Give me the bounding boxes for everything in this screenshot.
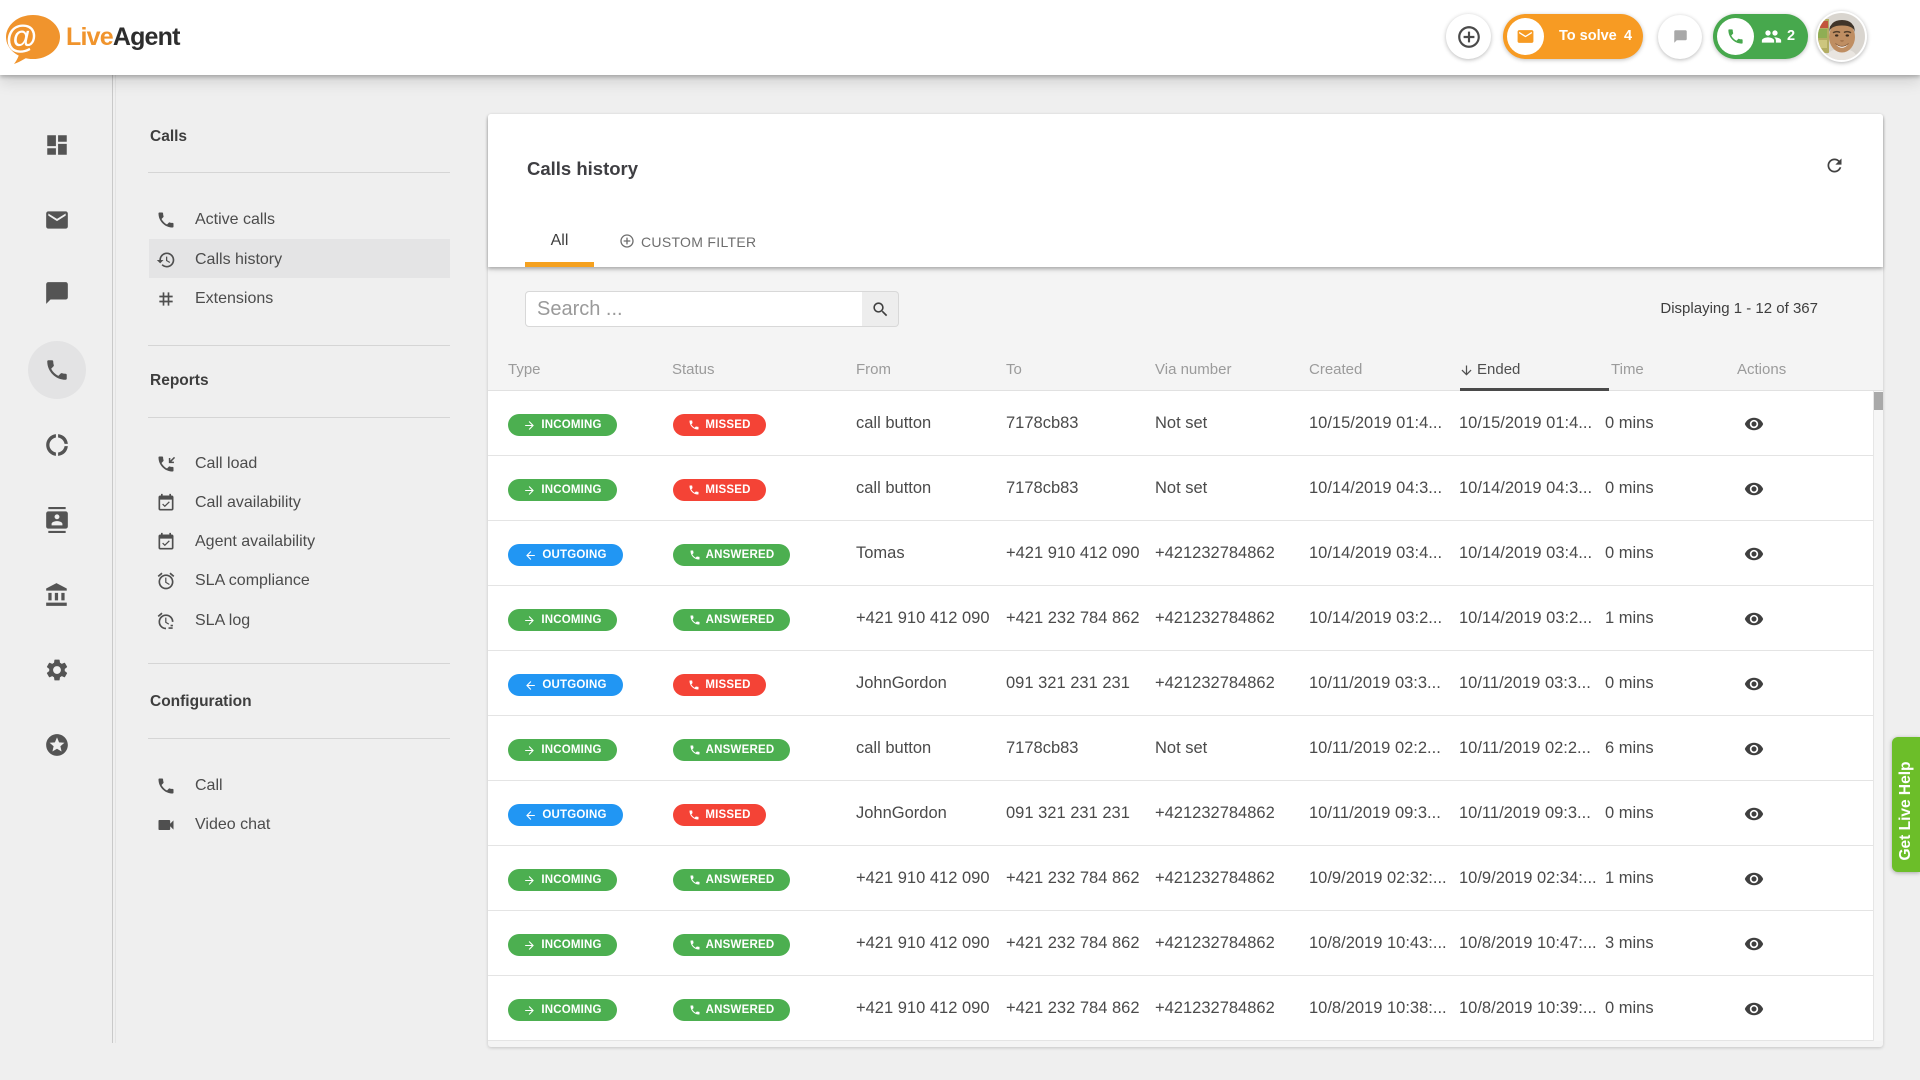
svg-text:@: @ bbox=[6, 19, 37, 55]
